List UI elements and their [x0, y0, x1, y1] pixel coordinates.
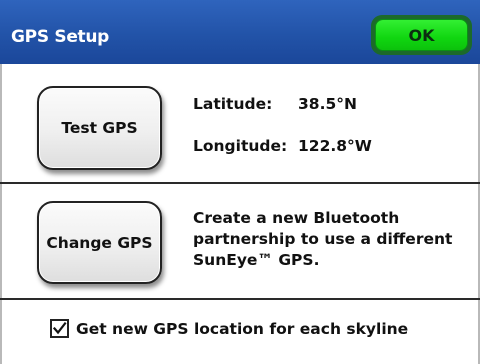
latitude-label: Latitude: [193, 95, 273, 113]
section-divider [0, 298, 480, 300]
section-divider [0, 182, 480, 184]
test-gps-button[interactable]: Test GPS [37, 86, 162, 170]
change-gps-description: Create a new Bluetooth partnership to us… [193, 209, 453, 269]
check-icon [52, 321, 67, 335]
change-gps-button[interactable]: Change GPS [37, 201, 162, 284]
new-location-checkbox[interactable] [50, 319, 69, 338]
ok-button-label: OK [375, 19, 468, 51]
window-title: GPS Setup [11, 27, 110, 47]
longitude-value: 122.8°W [298, 137, 372, 155]
ok-button[interactable]: OK [371, 15, 472, 55]
title-bar: GPS Setup OK [0, 0, 480, 64]
longitude-label: Longitude: [193, 137, 288, 155]
new-location-label[interactable]: Get new GPS location for each skyline [76, 320, 408, 338]
latitude-value: 38.5°N [298, 95, 357, 113]
left-border [0, 64, 2, 364]
